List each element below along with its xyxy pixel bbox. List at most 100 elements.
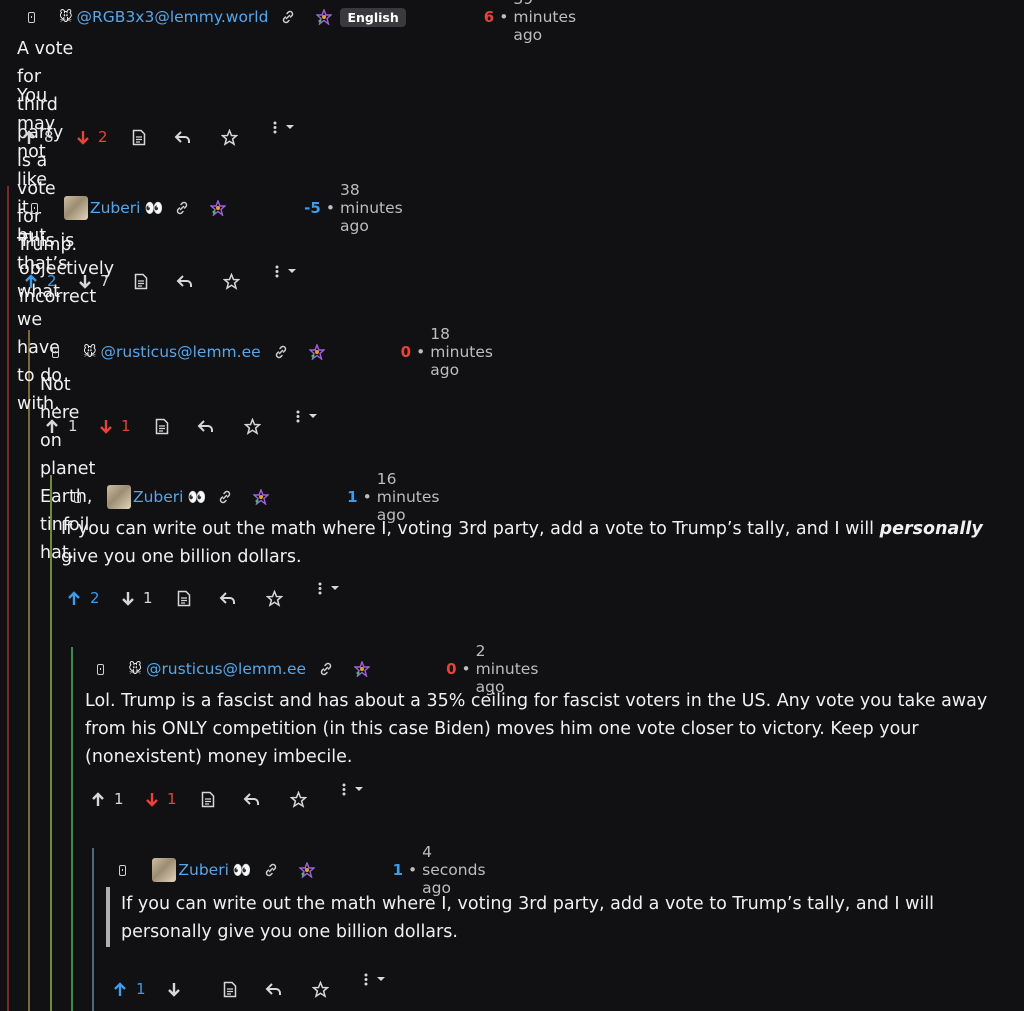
comment-blockquote: If you can write out the math where I, v… xyxy=(121,894,935,942)
collapse-button[interactable] xyxy=(74,491,81,503)
separator-dot: • xyxy=(408,861,418,879)
upvote-button[interactable]: 1 xyxy=(45,417,78,435)
upvote-button[interactable]: 8 xyxy=(22,128,54,146)
more-options-button[interactable] xyxy=(272,121,296,135)
downvote-button[interactable]: 1 xyxy=(121,589,153,607)
fediverse-icon xyxy=(308,344,325,360)
arrow-down-icon xyxy=(79,274,91,289)
more-options-button[interactable] xyxy=(274,265,298,279)
arrow-up-icon xyxy=(92,791,104,806)
save-button[interactable] xyxy=(244,417,261,435)
more-vertical-icon xyxy=(273,121,294,134)
upvote-button[interactable]: 1 xyxy=(91,790,124,808)
downvote-button[interactable]: 1 xyxy=(99,417,131,435)
username-link[interactable]: Zuberi xyxy=(133,488,184,506)
arrow-up-icon xyxy=(114,981,126,996)
link-icon[interactable] xyxy=(280,9,296,25)
comment-score: 1 xyxy=(347,488,358,506)
comment-time: 38 minutes ago xyxy=(339,181,403,235)
comment-body: Lol. Trump is a fascist and has about a … xyxy=(85,691,988,767)
reply-button[interactable] xyxy=(176,274,193,288)
comment-body-text: If you can write out the math where I, v… xyxy=(61,519,880,539)
comment-actions: 1 1 xyxy=(91,783,391,811)
more-vertical-icon xyxy=(275,265,296,278)
star-icon xyxy=(290,790,307,808)
reply-button[interactable] xyxy=(243,792,260,806)
comment-header: 🐭 @rusticus@lemm.ee 0 • 2 minutes ago xyxy=(97,642,542,696)
more-options-button[interactable] xyxy=(363,973,387,987)
more-vertical-icon xyxy=(296,410,317,423)
comment-actions: 1 1 xyxy=(45,410,345,438)
star-icon xyxy=(312,980,329,998)
upvote-button[interactable]: 2 xyxy=(24,272,57,290)
reply-button[interactable] xyxy=(219,591,236,605)
more-options-button[interactable] xyxy=(317,582,341,596)
username-link[interactable]: Zuberi xyxy=(90,199,141,217)
avatar xyxy=(107,485,131,509)
downvote-button[interactable]: 2 xyxy=(76,128,108,146)
link-icon[interactable] xyxy=(217,489,233,505)
comment-body-text: give you one billion dollars. xyxy=(61,547,302,567)
more-options-button[interactable] xyxy=(341,783,365,797)
collapse-button[interactable] xyxy=(97,663,105,675)
arrow-down-icon xyxy=(77,130,89,145)
user-flair: 👀 xyxy=(187,488,206,506)
more-vertical-icon xyxy=(342,783,363,796)
downvote-count: 1 xyxy=(143,589,153,607)
view-source-button[interactable] xyxy=(132,129,146,146)
comment-score: 0 xyxy=(400,343,412,361)
collapse-button[interactable] xyxy=(31,202,38,214)
downvote-button[interactable]: 1 xyxy=(145,790,177,808)
link-icon[interactable] xyxy=(263,862,279,878)
thread-line-1 xyxy=(7,186,9,1011)
collapse-button[interactable] xyxy=(28,11,35,23)
username-link[interactable]: Zuberi xyxy=(178,861,229,879)
comment-header: 🐭 @rusticus@lemm.ee 0 • 18 minutes ago xyxy=(52,325,497,379)
upvote-count: 2 xyxy=(47,272,57,290)
collapse-button[interactable] xyxy=(52,346,59,358)
reply-icon xyxy=(174,131,190,143)
arrow-down-icon xyxy=(168,982,180,997)
collapse-button[interactable] xyxy=(119,864,127,876)
downvote-button[interactable]: 7 xyxy=(78,272,110,290)
username-link[interactable]: @RGB3x3@lemmy.world xyxy=(77,8,269,26)
comment-time: 4 seconds ago xyxy=(422,843,486,897)
reply-button[interactable] xyxy=(174,130,191,144)
arrow-down-icon xyxy=(100,419,112,434)
document-icon xyxy=(132,129,146,145)
link-icon[interactable] xyxy=(174,200,190,216)
separator-dot: • xyxy=(461,660,471,678)
thread-line-2 xyxy=(28,330,30,1011)
upvote-button[interactable]: 2 xyxy=(67,589,100,607)
username-link[interactable]: @rusticus@lemm.ee xyxy=(146,660,306,678)
view-source-button[interactable] xyxy=(134,273,148,290)
thread-line-4 xyxy=(71,647,73,1011)
downvote-button[interactable] xyxy=(167,982,189,997)
document-icon xyxy=(155,418,169,434)
reply-icon xyxy=(219,592,235,604)
username-link[interactable]: @rusticus@lemm.ee xyxy=(101,343,261,361)
comment-time: 39 minutes ago xyxy=(513,0,577,44)
document-icon xyxy=(223,981,237,997)
view-source-button[interactable] xyxy=(223,981,237,998)
downvote-count: 1 xyxy=(167,790,177,808)
view-source-button[interactable] xyxy=(201,791,215,808)
fediverse-icon xyxy=(210,200,227,216)
link-icon[interactable] xyxy=(273,344,289,360)
upvote-button[interactable]: 1 xyxy=(113,980,146,998)
link-icon[interactable] xyxy=(318,661,334,677)
save-button[interactable] xyxy=(266,589,283,607)
downvote-count: 2 xyxy=(98,128,108,146)
save-button[interactable] xyxy=(221,128,238,146)
more-options-button[interactable] xyxy=(295,410,319,424)
upvote-count: 1 xyxy=(136,980,146,998)
view-source-button[interactable] xyxy=(177,590,191,607)
reply-button[interactable] xyxy=(265,982,282,996)
downvote-count: 7 xyxy=(100,272,110,290)
save-button[interactable] xyxy=(223,272,240,290)
separator-dot: • xyxy=(325,199,335,217)
view-source-button[interactable] xyxy=(155,418,169,435)
reply-button[interactable] xyxy=(197,419,214,433)
save-button[interactable] xyxy=(312,980,329,998)
save-button[interactable] xyxy=(290,790,307,808)
